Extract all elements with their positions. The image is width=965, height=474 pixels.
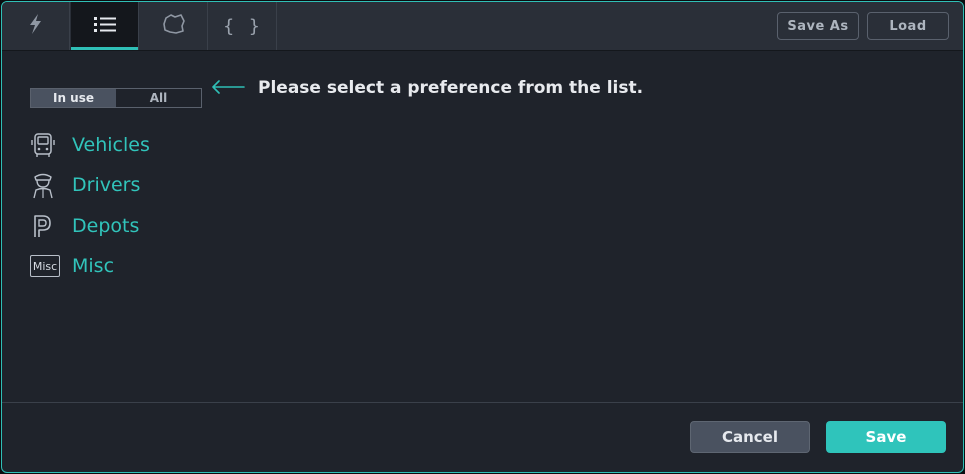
map-region-icon <box>161 12 187 40</box>
save-as-button[interactable]: Save As <box>777 12 859 40</box>
tab-lightning[interactable] <box>2 2 70 50</box>
category-depots[interactable]: Depots <box>30 211 230 241</box>
category-label: Drivers <box>72 174 141 196</box>
tab-map[interactable] <box>140 2 208 50</box>
filter-toggle: In use All <box>30 88 202 108</box>
load-button[interactable]: Load <box>867 12 949 40</box>
category-label: Misc <box>72 255 115 277</box>
top-toolbar: { } Save As Load <box>2 2 963 51</box>
misc-icon: Misc <box>30 255 60 277</box>
tab-code[interactable]: { } <box>209 2 277 50</box>
category-drivers[interactable]: Drivers <box>30 170 230 200</box>
preferences-window: { } Save As Load In use All Please selec… <box>1 1 964 473</box>
driver-icon <box>30 170 64 200</box>
misc-icon-wrap: Misc <box>30 251 64 281</box>
lightning-icon <box>27 13 45 39</box>
braces-icon: { } <box>223 15 262 37</box>
footer-divider <box>2 402 963 403</box>
filter-in-use[interactable]: In use <box>31 89 116 107</box>
category-vehicles[interactable]: Vehicles <box>30 130 230 160</box>
arrow-left-icon <box>210 78 246 98</box>
tab-list[interactable] <box>71 2 139 50</box>
selection-hint: Please select a preference from the list… <box>210 76 643 100</box>
save-button[interactable]: Save <box>826 421 946 453</box>
list-icon <box>93 15 117 37</box>
parking-icon <box>30 211 64 241</box>
category-label: Vehicles <box>72 134 150 156</box>
hint-text: Please select a preference from the list… <box>258 78 644 98</box>
vehicle-icon <box>30 130 64 160</box>
category-misc[interactable]: Misc Misc <box>30 251 230 281</box>
filter-all[interactable]: All <box>116 89 201 107</box>
cancel-button[interactable]: Cancel <box>690 421 810 453</box>
category-label: Depots <box>72 215 140 237</box>
